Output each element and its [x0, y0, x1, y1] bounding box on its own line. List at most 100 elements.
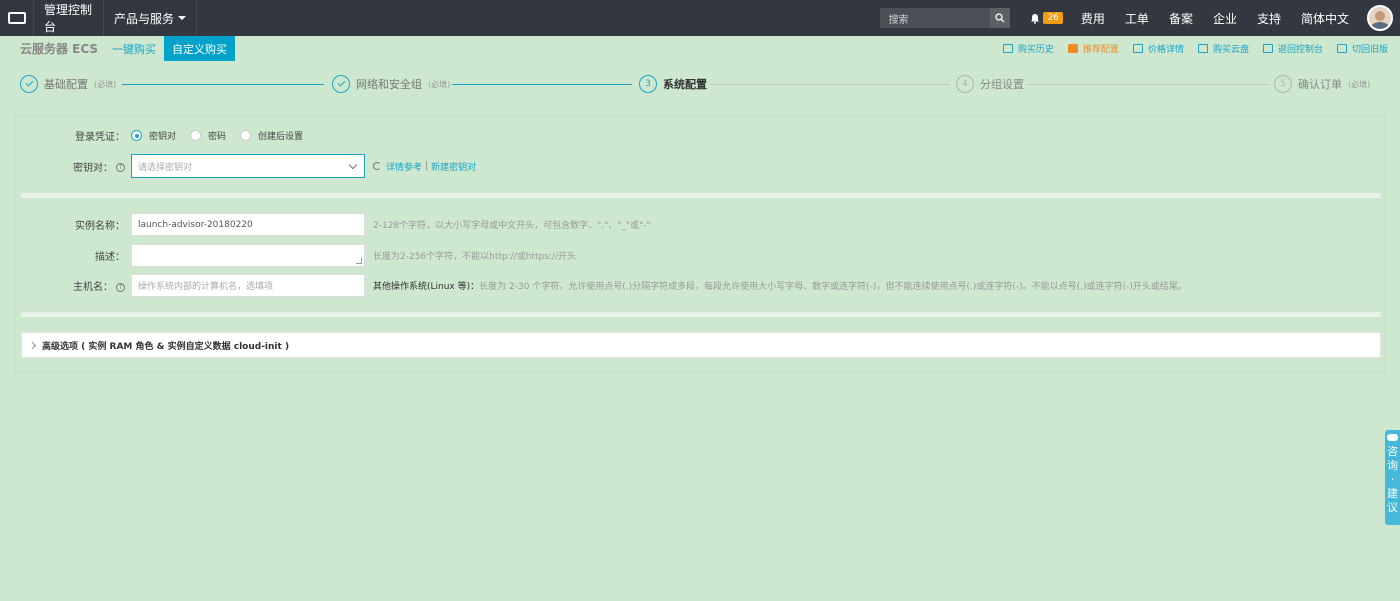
advanced-options-label: 高级选项 ( 实例 RAM 角色 & 实例自定义数据 cloud-init ): [42, 341, 290, 352]
products-menu[interactable]: 产品与服务: [104, 0, 198, 36]
details-link[interactable]: 详情参考: [386, 160, 422, 173]
section-divider: [21, 311, 1381, 317]
price-details-link[interactable]: 价格详情: [1132, 42, 1184, 55]
check-icon: [332, 75, 350, 93]
help-icon[interactable]: ?: [116, 282, 125, 292]
back-to-console-label: 返回控制台: [1277, 45, 1323, 55]
buy-disk-label: 购买云盘: [1212, 45, 1249, 55]
step-label: 分组设置: [980, 78, 1024, 91]
refresh-icon[interactable]: [373, 162, 381, 170]
step-confirm-order[interactable]: 5 确认订单 (必填): [1274, 75, 1370, 93]
hostname-input[interactable]: 操作系统内部的计算机名，选填项: [131, 274, 365, 297]
caret-down-icon: [178, 16, 187, 20]
advanced-options-toggle[interactable]: 高级选项 ( 实例 RAM 角色 & 实例自定义数据 cloud-init ): [21, 332, 1381, 358]
login-credential-row: 登录凭证： 密钥对 密码 创建后设置: [15, 128, 317, 143]
step-label: 系统配置: [663, 78, 707, 91]
step-required: (必填): [428, 79, 451, 89]
step-label: 网络和安全组: [356, 78, 422, 91]
top-navbar: 管理控制台 产品与服务 搜索 26 费用 工单 备案 企业 支持 简体中文: [0, 0, 1400, 36]
step-connector: [452, 84, 632, 85]
avatar[interactable]: [1367, 5, 1393, 31]
step-connector: [122, 84, 324, 85]
cart-icon: [1002, 44, 1013, 53]
product-title: 云服务器 ECS: [20, 42, 99, 56]
back-icon: [1262, 44, 1273, 53]
tab-quick-buy[interactable]: 一键购买: [104, 36, 164, 61]
console-link[interactable]: 管理控制台: [34, 0, 104, 36]
logo-icon: [7, 12, 26, 24]
hostname-row: 主机名：? 操作系统内部的计算机名，选填项 其他操作系统(Linux 等)：长度…: [15, 274, 1187, 297]
disk-icon: [1197, 44, 1208, 53]
notifications-button[interactable]: 26: [1022, 12, 1070, 24]
consult-char: ·: [1390, 473, 1395, 486]
instance-name-input[interactable]: launch-advisor-20180220: [131, 213, 365, 236]
radio-password[interactable]: 密码: [190, 129, 226, 142]
product-header: 云服务器 ECS 一键购买 自定义购买 购买历史 推荐配置 价格详情 购买云盘 …: [0, 36, 1400, 61]
step-system-config[interactable]: 3 系统配置: [639, 75, 707, 93]
login-credential-radios: 密钥对 密码 创建后设置: [131, 129, 317, 142]
switch-old-version-label: 切回旧版: [1351, 45, 1388, 55]
instance-name-row: 实例名称： launch-advisor-20180220 2-128个字符，以…: [15, 213, 651, 236]
keypair-row: 密钥对：? 请选择密钥对 详情参考 | 新建密钥对: [15, 154, 476, 178]
purchase-history-label: 购买历史: [1017, 45, 1054, 55]
support-link[interactable]: 支持: [1247, 0, 1291, 36]
bell-icon: [1031, 13, 1040, 24]
step-connector: [710, 84, 950, 85]
step-network-security[interactable]: 网络和安全组 (必填): [332, 75, 450, 93]
consult-feedback-widget[interactable]: 咨 询 · 建 议: [1385, 430, 1400, 525]
back-to-console-link[interactable]: 返回控制台: [1262, 42, 1323, 55]
step-label: 确认订单: [1298, 78, 1342, 91]
consult-char: 建: [1387, 487, 1398, 500]
step-required: (必填): [94, 79, 117, 89]
step-number: 3: [639, 75, 657, 93]
login-credential-label: 登录凭证：: [75, 132, 125, 143]
radio-set-later[interactable]: 创建后设置: [240, 129, 303, 142]
notification-badge: 26: [1043, 12, 1063, 24]
keypair-select[interactable]: 请选择密钥对: [131, 154, 365, 178]
step-progress: 基础配置 (必填) 网络和安全组 (必填) 3 系统配置 4 分组设置 5 确认…: [0, 70, 1400, 98]
description-hint: 长度为2-256个字符，不能以http://或https://开头: [373, 252, 576, 262]
purchase-history-link[interactable]: 购买历史: [1002, 42, 1054, 55]
chat-icon: [1387, 434, 1398, 441]
consult-char: 议: [1387, 501, 1398, 514]
tab-custom-buy[interactable]: 自定义购买: [164, 36, 235, 61]
new-keypair-link[interactable]: 新建密钥对: [431, 160, 476, 173]
language-link[interactable]: 简体中文: [1291, 0, 1359, 36]
check-icon: [20, 75, 38, 93]
billing-link[interactable]: 费用: [1071, 0, 1115, 36]
chevron-down-icon: [348, 160, 358, 169]
step-basic-config[interactable]: 基础配置 (必填): [20, 75, 116, 93]
buy-disk-link[interactable]: 购买云盘: [1197, 42, 1249, 55]
instance-name-label: 实例名称：: [75, 221, 125, 232]
help-icon[interactable]: ?: [116, 163, 125, 172]
aliyun-logo[interactable]: [0, 0, 34, 36]
products-menu-label: 产品与服务: [114, 11, 175, 26]
step-number: 5: [1274, 75, 1292, 93]
switch-old-version-link[interactable]: 切回旧版: [1336, 42, 1388, 55]
search-input[interactable]: 搜索: [880, 8, 991, 28]
search-button[interactable]: [990, 8, 1011, 28]
step-number: 4: [956, 75, 974, 93]
price-details-label: 价格详情: [1147, 45, 1184, 55]
hostname-hint-os: 其他操作系统(Linux 等)：: [373, 282, 480, 292]
step-connector: [1028, 84, 1268, 85]
enterprise-link[interactable]: 企业: [1203, 0, 1247, 36]
keypair-label: 密钥对：?: [15, 159, 131, 174]
link-separator: |: [425, 161, 429, 171]
resize-handle-icon[interactable]: [356, 258, 362, 264]
search-icon: [995, 13, 1005, 23]
consult-char: 咨: [1387, 445, 1398, 458]
tickets-link[interactable]: 工单: [1115, 0, 1159, 36]
radio-keypair[interactable]: 密钥对: [131, 129, 176, 142]
description-row: 描述： 长度为2-256个字符，不能以http://或https://开头: [15, 244, 576, 267]
description-textarea[interactable]: [131, 244, 365, 267]
step-required: (必填): [1348, 79, 1371, 89]
icp-link[interactable]: 备案: [1159, 0, 1203, 36]
step-group-settings[interactable]: 4 分组设置: [956, 75, 1024, 93]
thumbs-up-icon: [1067, 44, 1078, 53]
price-icon: [1132, 44, 1143, 53]
hostname-label: 主机名：?: [15, 278, 131, 293]
switch-icon: [1336, 44, 1347, 53]
description-label: 描述：: [95, 252, 125, 263]
recommended-config-link[interactable]: 推荐配置: [1067, 42, 1119, 55]
